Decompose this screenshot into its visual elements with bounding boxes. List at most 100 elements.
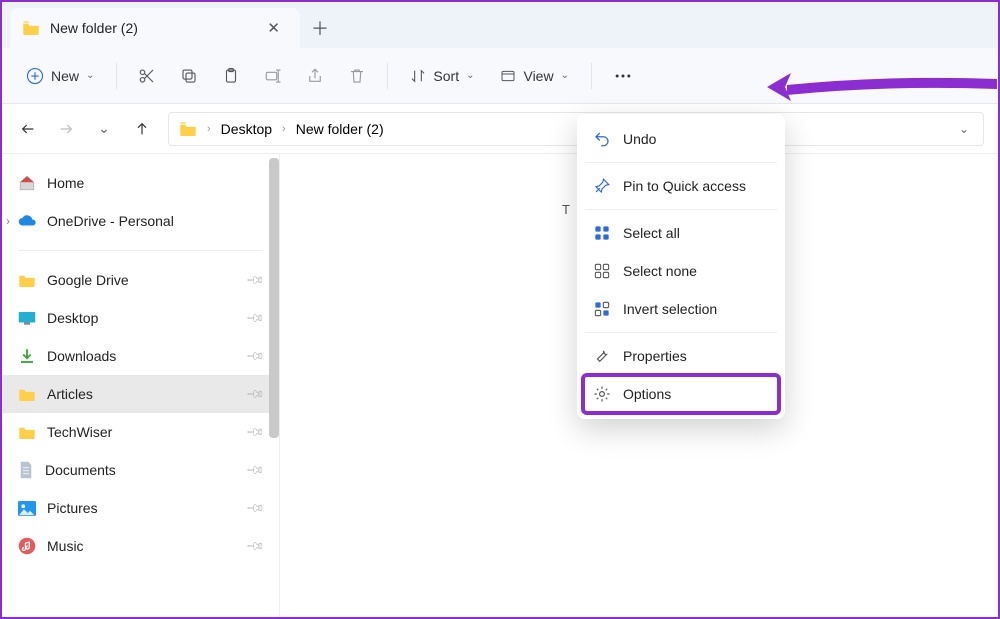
sidebar-item-desktop[interactable]: Desktop 📌︎ bbox=[2, 299, 279, 337]
arrow-right-icon bbox=[58, 121, 74, 137]
pin-icon: 📌︎ bbox=[245, 270, 266, 291]
invert-icon bbox=[593, 300, 611, 318]
share-button[interactable] bbox=[297, 61, 333, 91]
address-dropdown-button[interactable]: ⌄ bbox=[955, 118, 973, 140]
truncated-text: T bbox=[562, 202, 570, 217]
sidebar-item-music[interactable]: Music 📌︎ bbox=[2, 527, 279, 565]
view-button[interactable]: View ⌄ bbox=[490, 62, 578, 90]
chevron-right-icon: › bbox=[282, 123, 286, 135]
sidebar-item-pictures[interactable]: Pictures 📌︎ bbox=[2, 489, 279, 527]
sidebar-item-label: TechWiser bbox=[47, 424, 112, 440]
sidebar-item-label: Google Drive bbox=[47, 272, 129, 288]
chevron-down-icon: ⌄ bbox=[86, 70, 94, 81]
more-menu: Undo Pin to Quick access Select all Sele… bbox=[577, 114, 785, 419]
pictures-icon bbox=[18, 501, 36, 516]
select-none-icon bbox=[593, 262, 611, 280]
sidebar-item-label: Desktop bbox=[47, 310, 98, 326]
separator bbox=[18, 250, 263, 251]
tab-new-folder[interactable]: New folder (2) ✕ bbox=[10, 8, 300, 48]
sidebar-item-documents[interactable]: Documents 📌︎ bbox=[2, 451, 279, 489]
sidebar-scrollbar[interactable] bbox=[269, 158, 279, 438]
sidebar-item-label: Documents bbox=[45, 462, 116, 478]
address-bar[interactable]: › Desktop › New folder (2) ⌄ bbox=[168, 112, 984, 146]
menu-item-undo[interactable]: Undo bbox=[583, 120, 779, 158]
menu-item-select-none[interactable]: Select none bbox=[583, 252, 779, 290]
menu-item-label: Options bbox=[623, 386, 671, 402]
arrow-up-icon bbox=[134, 121, 150, 137]
more-button[interactable] bbox=[604, 60, 642, 92]
undo-icon bbox=[593, 130, 611, 148]
pin-icon: 📌︎ bbox=[245, 536, 266, 557]
menu-item-label: Undo bbox=[623, 131, 656, 147]
rename-button[interactable] bbox=[255, 61, 291, 91]
breadcrumb-item[interactable]: Desktop bbox=[221, 121, 272, 137]
pin-icon: 📌︎ bbox=[245, 346, 266, 367]
folder-icon bbox=[18, 387, 36, 401]
folder-icon bbox=[18, 425, 36, 439]
up-button[interactable] bbox=[130, 117, 154, 141]
ellipsis-icon bbox=[613, 66, 633, 86]
menu-item-options[interactable]: Options bbox=[583, 375, 779, 413]
trash-icon bbox=[348, 67, 366, 85]
menu-item-label: Properties bbox=[623, 348, 687, 364]
sidebar-item-home[interactable]: Home bbox=[2, 164, 279, 202]
sidebar-item-downloads[interactable]: Downloads 📌︎ bbox=[2, 337, 279, 375]
rename-icon bbox=[264, 67, 282, 85]
menu-item-properties[interactable]: Properties bbox=[583, 337, 779, 375]
cut-button[interactable] bbox=[129, 61, 165, 91]
forward-button[interactable] bbox=[54, 117, 78, 141]
view-icon bbox=[500, 68, 516, 84]
sidebar-item-label: Pictures bbox=[47, 500, 98, 516]
separator bbox=[387, 63, 388, 89]
menu-item-label: Select all bbox=[623, 225, 680, 241]
chevron-down-icon: ⌄ bbox=[466, 70, 474, 81]
scissors-icon bbox=[138, 67, 156, 85]
chevron-down-icon: ⌄ bbox=[98, 120, 110, 137]
sidebar-item-onedrive[interactable]: OneDrive - Personal bbox=[2, 202, 279, 240]
view-label: View bbox=[523, 68, 553, 84]
paste-button[interactable] bbox=[213, 61, 249, 91]
tab-bar: New folder (2) ✕ ＋ bbox=[2, 2, 998, 48]
separator bbox=[116, 63, 117, 89]
separator bbox=[585, 209, 777, 210]
explorer-window: New folder (2) ✕ ＋ New ⌄ Sort ⌄ View ⌄ bbox=[0, 0, 1000, 619]
wrench-icon bbox=[593, 347, 611, 365]
new-button[interactable]: New ⌄ bbox=[16, 61, 104, 91]
new-tab-button[interactable]: ＋ bbox=[300, 8, 340, 48]
close-tab-button[interactable]: ✕ bbox=[259, 15, 288, 41]
music-icon bbox=[18, 537, 36, 555]
pin-icon: 📌︎ bbox=[245, 460, 266, 481]
sort-label: Sort bbox=[433, 68, 459, 84]
sidebar-item-label: OneDrive - Personal bbox=[47, 213, 174, 229]
home-icon bbox=[18, 174, 36, 192]
cloud-icon bbox=[18, 215, 36, 227]
delete-button[interactable] bbox=[339, 61, 375, 91]
download-icon bbox=[18, 347, 36, 365]
sidebar-item-google-drive[interactable]: Google Drive 📌︎ bbox=[2, 261, 279, 299]
pin-icon: 📌︎ bbox=[245, 498, 266, 519]
pin-icon bbox=[593, 177, 611, 195]
menu-item-invert[interactable]: Invert selection bbox=[583, 290, 779, 328]
sidebar-item-techwiser[interactable]: TechWiser 📌︎ bbox=[2, 413, 279, 451]
folder-icon bbox=[18, 273, 36, 287]
copy-button[interactable] bbox=[171, 61, 207, 91]
sidebar-item-label: Downloads bbox=[47, 348, 116, 364]
new-label: New bbox=[51, 68, 79, 84]
pin-icon: 📌︎ bbox=[245, 308, 266, 329]
menu-item-label: Pin to Quick access bbox=[623, 178, 746, 194]
folder-icon bbox=[179, 122, 197, 136]
tab-title: New folder (2) bbox=[50, 20, 138, 36]
clipboard-icon bbox=[222, 67, 240, 85]
menu-item-select-all[interactable]: Select all bbox=[583, 214, 779, 252]
separator bbox=[585, 332, 777, 333]
back-button[interactable] bbox=[16, 117, 40, 141]
menu-item-label: Invert selection bbox=[623, 301, 717, 317]
breadcrumb-item[interactable]: New folder (2) bbox=[296, 121, 384, 137]
recent-button[interactable]: ⌄ bbox=[92, 117, 116, 141]
menu-item-pin[interactable]: Pin to Quick access bbox=[583, 167, 779, 205]
sort-button[interactable]: Sort ⌄ bbox=[400, 62, 484, 90]
sidebar: Home OneDrive - Personal Google Drive 📌︎… bbox=[2, 154, 280, 617]
sidebar-item-articles[interactable]: Articles 📌︎ bbox=[2, 375, 279, 413]
document-icon bbox=[18, 461, 34, 479]
select-all-icon bbox=[593, 224, 611, 242]
